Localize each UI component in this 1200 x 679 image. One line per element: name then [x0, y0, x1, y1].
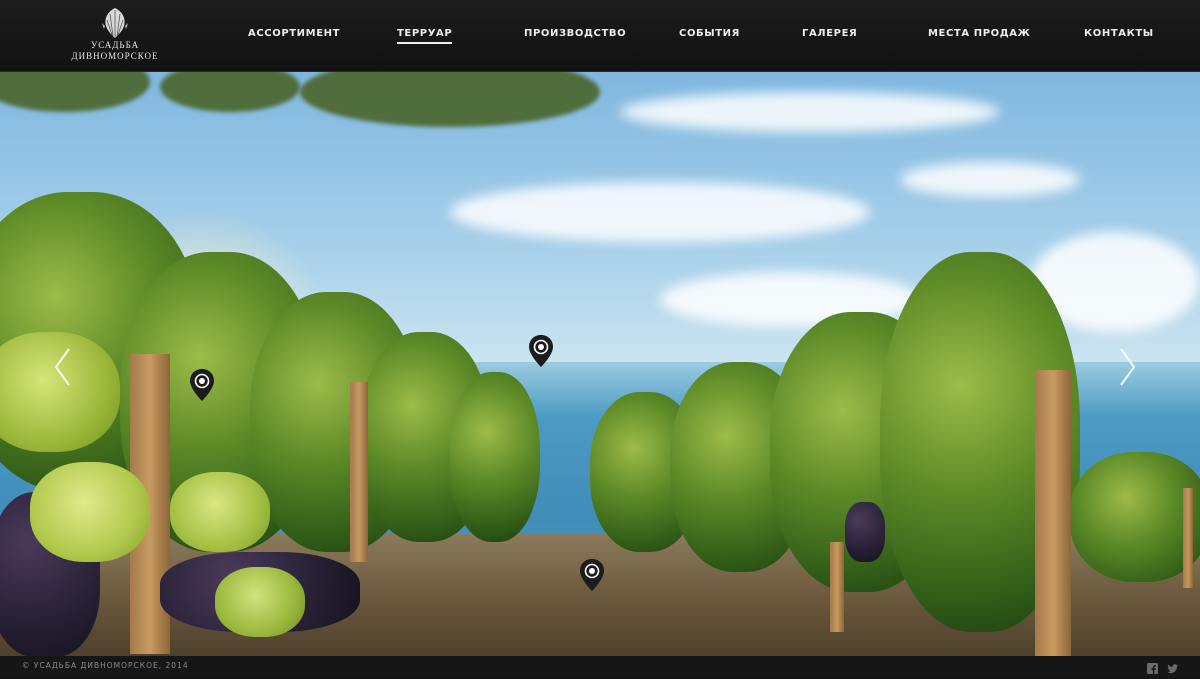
- overhead-leaves: [0, 72, 150, 112]
- twitter-link[interactable]: [1167, 661, 1178, 674]
- terroir-hero-image: [0, 72, 1200, 656]
- chevron-right-icon: [1120, 348, 1136, 386]
- slider-prev-button[interactable]: [52, 347, 72, 387]
- foreground-leaf: [215, 567, 305, 637]
- cloud: [900, 162, 1080, 197]
- foreground-leaf: [30, 462, 150, 562]
- copyright-text: © УСАДЬБА ДИВНОМОРСКОЕ, 2014: [22, 661, 189, 670]
- site-footer: © УСАДЬБА ДИВНОМОРСКОЕ, 2014: [0, 656, 1200, 678]
- nav-item-gallery[interactable]: ГАЛЕРЕЯ: [802, 28, 857, 39]
- vine-post: [350, 382, 368, 562]
- vine-foliage: [450, 372, 540, 542]
- nav-item-where-to-buy[interactable]: МЕСТА ПРОДАЖ: [928, 28, 1030, 39]
- cloud: [450, 182, 870, 242]
- nav-item-terroir[interactable]: ТЕРРУАР: [397, 28, 453, 44]
- map-pin-icon: [580, 559, 604, 591]
- vine-foliage: [1070, 452, 1200, 582]
- cloud: [620, 92, 1000, 132]
- map-pin-icon: [529, 335, 553, 367]
- overhead-leaves: [160, 72, 300, 112]
- twitter-icon: [1167, 664, 1178, 674]
- nav-item-contacts[interactable]: КОНТАКТЫ: [1084, 28, 1154, 39]
- nav-item-production[interactable]: ПРОИЗВОДСТВО: [524, 28, 626, 39]
- map-pin-marker[interactable]: [189, 368, 215, 402]
- chevron-left-icon: [54, 348, 70, 386]
- slider-next-button[interactable]: [1118, 347, 1138, 387]
- nav-item-assortment[interactable]: АССОРТИМЕНТ: [248, 28, 340, 39]
- main-nav: АССОРТИМЕНТ ТЕРРУАР ПРОИЗВОДСТВО СОБЫТИЯ…: [0, 0, 1200, 71]
- facebook-icon: [1147, 663, 1158, 674]
- foreground-leaf: [170, 472, 270, 552]
- vine-post: [1035, 370, 1071, 656]
- nav-item-events[interactable]: СОБЫТИЯ: [679, 28, 740, 39]
- overhead-leaves: [300, 72, 600, 127]
- site-header: УСАДЬБА ДИВНОМОРСКОЕ АССОРТИМЕНТ ТЕРРУАР…: [0, 0, 1200, 72]
- facebook-link[interactable]: [1147, 661, 1158, 674]
- vine-post: [830, 542, 844, 632]
- map-pin-marker[interactable]: [579, 558, 605, 592]
- grape-cluster: [845, 502, 885, 562]
- vine-post: [1183, 488, 1193, 588]
- map-pin-marker[interactable]: [528, 334, 554, 368]
- map-pin-icon: [190, 369, 214, 401]
